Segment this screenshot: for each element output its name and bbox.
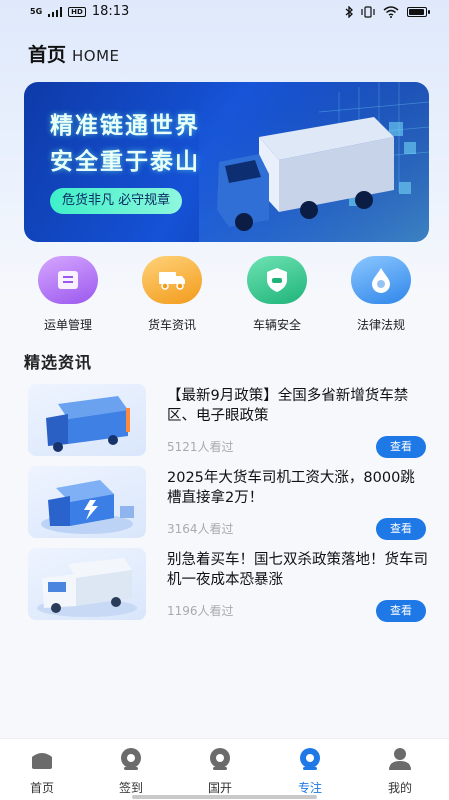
news-title: 2025年大货车司机工资大涨，8000跳槽直接拿2万！ xyxy=(167,470,415,506)
checkin-icon xyxy=(121,748,141,770)
tab-label: 首页 xyxy=(29,781,54,795)
guokai-icon xyxy=(210,748,230,770)
status-bar: 5G HD 18:13 xyxy=(0,0,449,26)
quick-menu: 运单管理 货车资讯 车辆安全 法律法规 xyxy=(0,256,449,336)
tab-home[interactable]: 首页 xyxy=(12,747,72,796)
section-title: 精选资讯 xyxy=(24,353,93,372)
banner-truck-illustration xyxy=(199,82,429,242)
page-title: 首页 HOME xyxy=(28,40,120,67)
view-button[interactable]: 查看 xyxy=(376,436,426,458)
banner-slogan-pill: 危货非凡 必守规章 xyxy=(50,188,183,214)
banner-headline-2: 安全重于泰山 xyxy=(50,149,200,175)
tab-guokai[interactable]: 国开 xyxy=(190,747,250,796)
shield-car-icon xyxy=(247,256,307,304)
tab-label: 国开 xyxy=(207,781,232,795)
view-button[interactable]: 查看 xyxy=(376,518,426,540)
vibrate-icon xyxy=(361,6,375,18)
news-item[interactable]: 2025年大货车司机工资大涨，8000跳槽直接拿2万！ 3164人看过 查看 xyxy=(24,462,429,540)
tab-label: 我的 xyxy=(387,781,412,795)
promo-banner[interactable]: 精准链通世界 安全重于泰山 危货非凡 必守规章 xyxy=(24,82,429,242)
news-view-count: 1196人看过 xyxy=(167,604,234,618)
quick-menu-label: 车辆安全 xyxy=(252,318,301,332)
status-time: 18:13 xyxy=(91,4,130,19)
quick-menu-waybill[interactable]: 运单管理 xyxy=(23,256,113,333)
news-thumbnail xyxy=(28,466,146,538)
signal-indicator: 5G xyxy=(30,6,43,16)
banner-headline-1: 精准链通世界 xyxy=(50,113,200,139)
news-item[interactable]: 【最新9月政策】全国多省新增货车禁区、电子眼政策 5121人看过 查看 xyxy=(24,380,429,458)
quick-menu-label: 运单管理 xyxy=(43,318,92,332)
battery-icon xyxy=(407,7,430,17)
home-indicator[interactable] xyxy=(132,795,317,799)
view-button[interactable]: 查看 xyxy=(376,600,426,622)
news-thumbnail xyxy=(28,548,146,620)
news-item[interactable]: 别急着买车！国七双杀政策落地！货车司机一夜成本恐暴涨 1196人看过 查看 xyxy=(24,544,429,622)
news-view-count: 5121人看过 xyxy=(167,440,234,454)
cell-signal-icon xyxy=(48,6,63,17)
tab-label: 签到 xyxy=(118,781,143,795)
news-title: 【最新9月政策】全国多省新增货车禁区、电子眼政策 xyxy=(167,388,409,424)
focus-icon xyxy=(300,748,320,770)
hd-badge: HD xyxy=(68,6,86,17)
wifi-icon xyxy=(383,6,399,18)
truck-icon xyxy=(142,256,202,304)
quick-menu-label: 货车资讯 xyxy=(147,318,196,332)
profile-icon xyxy=(389,748,411,770)
bluetooth-icon xyxy=(345,6,353,18)
waybill-icon xyxy=(38,256,98,304)
news-view-count: 3164人看过 xyxy=(167,522,234,536)
tab-focus[interactable]: 专注 xyxy=(280,747,340,796)
quick-menu-vehicle-safety[interactable]: 车辆安全 xyxy=(232,256,322,333)
quick-menu-truck-news[interactable]: 货车资讯 xyxy=(127,256,217,333)
page-title-en: HOME xyxy=(72,47,120,65)
home-icon xyxy=(32,753,52,769)
page-title-cn: 首页 xyxy=(28,44,67,66)
tab-checkin[interactable]: 签到 xyxy=(101,747,161,796)
tab-label: 专注 xyxy=(297,781,322,795)
news-thumbnail xyxy=(28,384,146,456)
news-title: 别急着买车！国七双杀政策落地！货车司机一夜成本恐暴涨 xyxy=(167,552,428,588)
quick-menu-label: 法律法规 xyxy=(356,318,405,332)
tab-profile[interactable]: 我的 xyxy=(370,747,430,796)
bottom-tab-bar: 首页 签到 国开 专注 我的 xyxy=(0,738,449,800)
quick-menu-laws[interactable]: 法律法规 xyxy=(336,256,426,333)
drop-icon xyxy=(351,256,411,304)
